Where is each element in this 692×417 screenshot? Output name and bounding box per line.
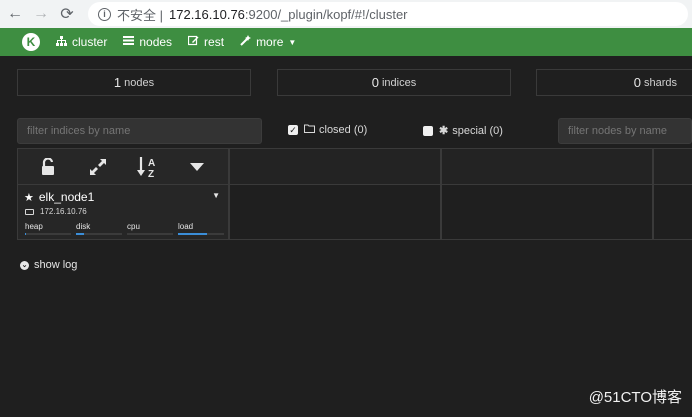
svg-text:Z: Z (148, 169, 154, 178)
metric-cpu: cpu (127, 222, 173, 235)
sitemap-icon (56, 35, 67, 49)
chevron-down-icon: ▼ (288, 37, 297, 47)
hdd-icon (25, 208, 34, 215)
chevron-circle-down-icon: ⌄ (20, 260, 29, 270)
metric-heap: heap (25, 222, 71, 235)
metric-disk-label: disk (76, 222, 91, 231)
forward-icon[interactable]: → (30, 3, 52, 25)
special-label: special (0) (452, 124, 503, 137)
kopf-logo[interactable]: K (22, 33, 40, 51)
svg-text:A: A (148, 158, 155, 169)
node-name[interactable]: ★ elk_node1 (24, 190, 94, 204)
node-card[interactable]: ★ elk_node1 ▼ 172.16.10.76 heap disk cpu… (17, 185, 229, 240)
cluster-grid: AZ ★ elk_node1 ▼ 172.16.10.76 heap disk … (17, 148, 692, 240)
nav-more[interactable]: more ▼ (240, 35, 296, 49)
nav-more-label: more (256, 35, 284, 49)
stat-indices: 0 indices (277, 69, 511, 96)
address-bar[interactable]: i 不安全 | 172.16.10.76 :9200/_plugin/kopf/… (88, 2, 688, 26)
info-icon[interactable]: i (98, 7, 111, 21)
nav-nodes[interactable]: nodes (123, 35, 172, 49)
insecure-label: 不安全 | (117, 7, 163, 23)
edit-icon (187, 35, 199, 49)
nav-rest-label: rest (204, 35, 225, 49)
stat-shards: 0 shards (536, 69, 692, 96)
show-log-toggle[interactable]: ⌄ show log (20, 259, 77, 271)
show-log-label: show log (34, 259, 78, 271)
stat-nodes-value: 1 (113, 75, 122, 90)
sort-alpha-icon[interactable]: AZ (133, 152, 163, 182)
nav-rest[interactable]: rest (187, 35, 225, 49)
metric-load: load (178, 222, 224, 235)
list-icon (123, 36, 135, 48)
nav-cluster-label: cluster (72, 35, 108, 49)
node-ip-label: 172.16.10.76 (40, 207, 87, 216)
shard-cell (653, 185, 692, 240)
nav-nodes-label: nodes (139, 35, 173, 49)
node-name-label: elk_node1 (38, 190, 95, 204)
filter-indices-input[interactable] (17, 118, 262, 144)
metric-disk-fill (76, 233, 85, 235)
nav-cluster[interactable]: cluster (56, 35, 107, 49)
closed-filter[interactable]: ✓ closed (0) (288, 124, 367, 136)
asterisk-icon: ✱ (439, 125, 449, 137)
folder-icon (304, 124, 315, 136)
stat-indices-label: indices (381, 76, 417, 89)
shard-cell (229, 185, 441, 240)
wand-icon (240, 35, 252, 49)
back-icon[interactable]: ← (4, 3, 26, 25)
unlock-icon[interactable] (34, 152, 64, 182)
index-header-cell (229, 148, 441, 185)
metric-load-label: load (178, 222, 194, 231)
closed-checkbox[interactable]: ✓ (288, 125, 298, 135)
stat-shards-label: shards (643, 76, 677, 89)
filter-nodes-input[interactable] (558, 118, 692, 144)
metric-heap-label: heap (25, 222, 43, 231)
reload-icon[interactable]: ⟳ (56, 3, 78, 25)
metric-cpu-bar (127, 233, 173, 235)
metric-disk-bar (76, 233, 122, 235)
metric-heap-fill (25, 233, 27, 235)
index-header-cell (653, 148, 692, 185)
watermark: @51CTO博客 (588, 389, 682, 406)
toolbar-cell: AZ (17, 148, 229, 185)
special-checkbox[interactable] (423, 125, 433, 136)
url-host: 172.16.10.76 (169, 6, 245, 22)
app-navbar: K cluster nodes rest more ▼ (0, 28, 692, 56)
stat-nodes-label: nodes (124, 76, 155, 89)
stat-indices-value: 0 (371, 75, 379, 90)
closed-label: closed (0) (319, 124, 368, 136)
special-filter[interactable]: ✱ special (0) (423, 124, 503, 137)
stat-shards-value: 0 (633, 75, 641, 90)
metric-cpu-label: cpu (127, 222, 140, 231)
browser-toolbar: ← → ⟳ i 不安全 | 172.16.10.76 :9200/_plugin… (0, 0, 692, 28)
shard-cell (441, 185, 653, 240)
expand-icon[interactable] (83, 152, 113, 182)
caret-down-icon[interactable] (182, 152, 212, 182)
stat-nodes: 1 nodes (17, 69, 251, 96)
index-header-cell (441, 148, 653, 185)
metric-disk: disk (76, 222, 122, 235)
metric-load-fill (178, 233, 207, 235)
node-menu-caret-icon[interactable]: ▼ (212, 191, 220, 200)
metric-load-bar (178, 233, 224, 235)
node-ip: 172.16.10.76 (25, 207, 87, 216)
metric-heap-bar (25, 233, 71, 235)
star-icon: ★ (24, 191, 34, 204)
url-path: :9200/_plugin/kopf/#!/cluster (244, 6, 408, 22)
